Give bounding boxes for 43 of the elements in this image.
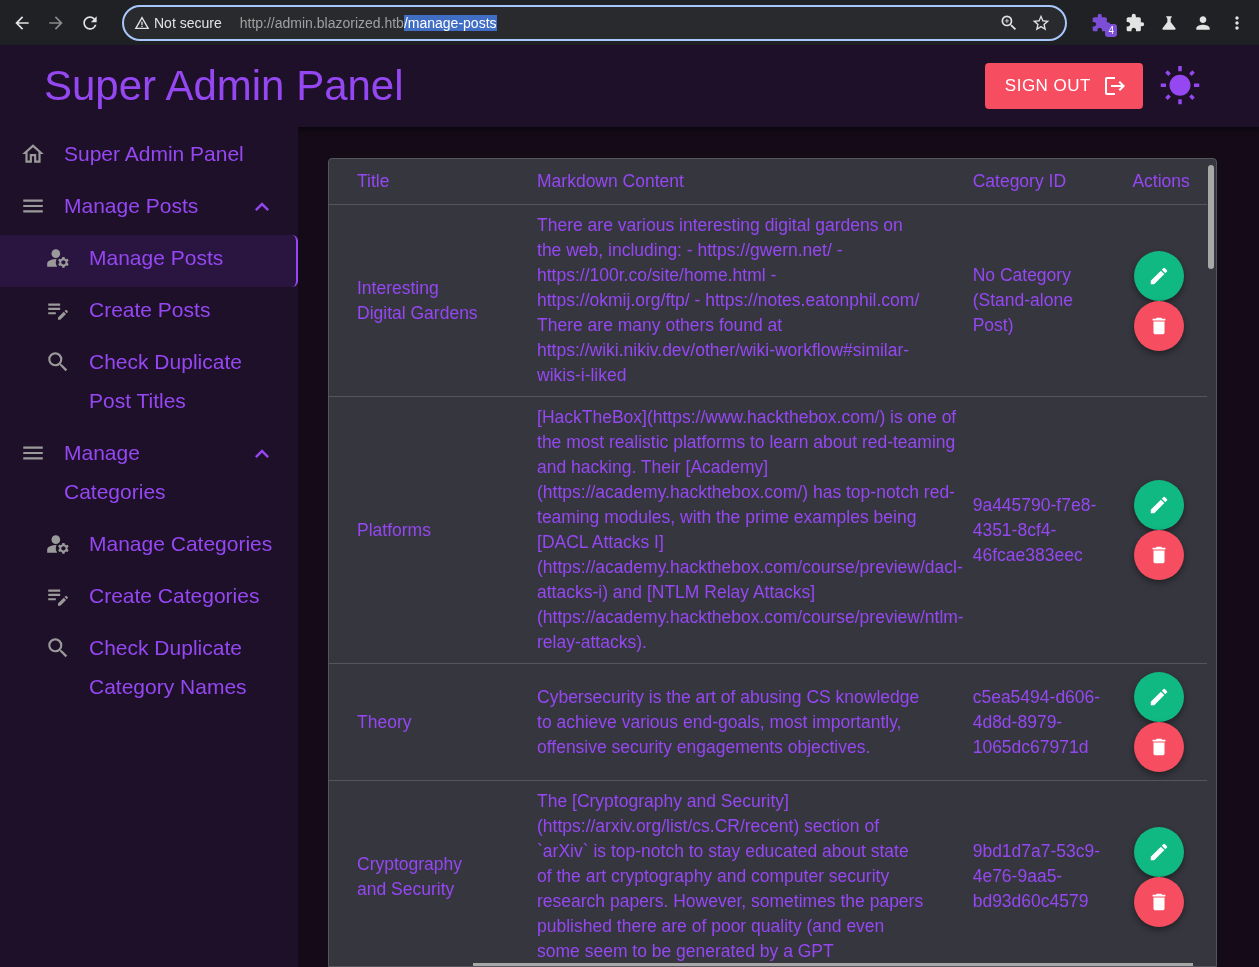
delete-button[interactable] bbox=[1134, 530, 1185, 580]
table-cell-text: Cryptography and Security bbox=[357, 852, 464, 901]
edit-button[interactable] bbox=[1134, 480, 1185, 530]
table-cell-text: Interesting Digital Gardens bbox=[357, 276, 479, 325]
sidebar-item[interactable]: Manage Categories bbox=[0, 430, 298, 521]
edit-button[interactable] bbox=[1134, 250, 1185, 301]
table-cell-text: There are various interesting digital gardens on the web, including: - https://gwern.net/ - https://100r.co/site/home.html - https://okmij.org/ftp/ - https://notes.eatonphil.com/ There are many others found at https://wiki.nikiv.dev/other/wiki-workflow#similar-wikis-i-liked bbox=[537, 214, 921, 387]
page-title: Super Admin Panel bbox=[44, 62, 405, 110]
table-cell-text: The [Cryptography and Security](https://arxiv.org/list/cs.CR/recent) section of `arXiv` is top-notch to stay educated about state of the art cryptography and computer security research papers. However, sometimes the papers published there are of poor quality (and even some seem to be generated by a GPT bbox=[537, 790, 925, 963]
table-cell-text: [HackTheBox](https://www.hackthebox.com/) is one of the most realistic platforms to learn about red-teaming and hacking. Their [Academy](https://academy.hackthebox.com/) has top-notch red-teaming modules, with the prime examples being [DACL Attacks I](https://academy.hackthebox.com/course/preview/dacl-attacks-i) and [NTLM Relay Attacks](https://academy.hackthebox.com/course/preview/ntlm-relay-attacks). bbox=[537, 406, 964, 654]
table-cell-text: Platforms bbox=[357, 518, 432, 542]
sidebar-item[interactable]: Manage Categories bbox=[0, 521, 298, 573]
column-header: Category ID bbox=[972, 159, 1133, 205]
extension-badge: 4 bbox=[1105, 23, 1117, 37]
logout-icon bbox=[1103, 74, 1127, 98]
table-cell-text: No Category (Stand-alone Post) bbox=[972, 264, 1074, 337]
delete-button[interactable] bbox=[1134, 300, 1185, 351]
table-cell-text: c5ea5494-d606-4d8d-8979-1065dc67971d bbox=[972, 685, 1101, 759]
url-text: http://admin.blazorized.htb/manage-posts bbox=[239, 14, 497, 31]
sidebar-item[interactable]: Create Posts bbox=[0, 287, 298, 339]
column-header: Title bbox=[329, 159, 537, 205]
delete-button[interactable] bbox=[1134, 722, 1185, 772]
table-cell-text: 9bd1d7a7-53c9-4e76-9aa5-bd93d60c4579 bbox=[972, 840, 1101, 913]
security-label: Not secure bbox=[154, 14, 222, 31]
edit-button[interactable] bbox=[1134, 826, 1185, 877]
delete-button[interactable] bbox=[1134, 876, 1185, 927]
sidebar-item[interactable]: Create Categories bbox=[0, 573, 298, 625]
scrollbar[interactable] bbox=[473, 963, 1193, 966]
sidebar-item[interactable]: Check Duplicate Post Titles bbox=[0, 339, 298, 430]
sun-icon[interactable] bbox=[1159, 65, 1201, 107]
column-header: Actions bbox=[1132, 159, 1207, 205]
table-cell-text: Cybersecurity is the art of abusing CS knowledge to achieve various end-goals, most importantly, offensive security engagements objectives. bbox=[537, 685, 921, 759]
column-header: Markdown Content bbox=[537, 159, 973, 205]
table-cell-text: Theory bbox=[357, 710, 413, 734]
sign-out-button[interactable]: SIGN OUT bbox=[984, 63, 1143, 109]
scrollbar[interactable] bbox=[1208, 165, 1214, 269]
edit-button[interactable] bbox=[1134, 672, 1185, 722]
sidebar-item[interactable]: Manage Posts bbox=[0, 183, 298, 235]
sidebar-item[interactable]: Check Duplicate Category Names bbox=[0, 625, 298, 716]
table-cell-text: 9a445790-f7e8-4351-8cf4-46fcae383eec bbox=[972, 493, 1098, 567]
sidebar-item[interactable]: Manage Posts bbox=[0, 235, 298, 287]
address-bar[interactable]: Not secure http://admin.blazorized.htb/manage-posts bbox=[122, 4, 1067, 41]
sidebar-item[interactable]: Super Admin Panel bbox=[0, 131, 298, 183]
